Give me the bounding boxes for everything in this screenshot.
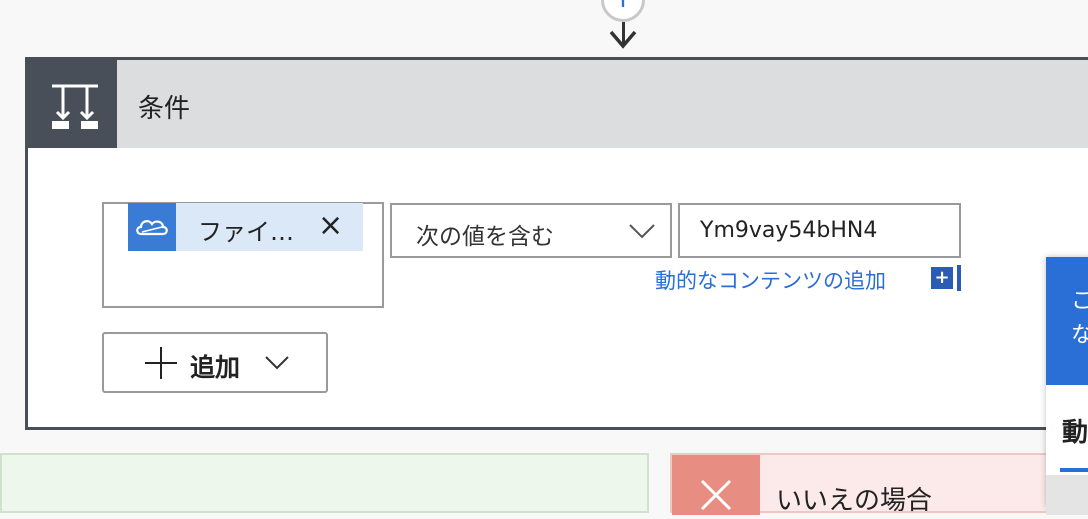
flyout-search-area[interactable]	[1046, 475, 1088, 515]
card-title: 条件	[138, 94, 191, 124]
dynamic-content-token[interactable]: ファイ… ×	[128, 203, 363, 251]
if-yes-branch[interactable]	[0, 453, 649, 513]
flyout-banner-text: こ な	[1071, 289, 1088, 348]
close-icon	[672, 455, 760, 515]
insert-step-button[interactable]: +	[601, 0, 645, 22]
plus-icon	[145, 347, 177, 379]
add-dynamic-content-icon[interactable]: +	[931, 267, 953, 289]
remove-token-icon[interactable]: ×	[318, 209, 343, 243]
onedrive-cloud-icon	[128, 203, 176, 251]
if-no-label: いいえの場合	[776, 486, 933, 516]
chevron-down-icon	[265, 356, 289, 370]
token-label: ファイ…	[198, 218, 294, 246]
operator-selected: 次の値を含む	[416, 224, 554, 250]
condition-card-header[interactable]: 条件	[28, 60, 1088, 148]
right-operand-input[interactable]	[678, 203, 961, 258]
dynamic-content-flyout[interactable]: こ な 動	[1046, 257, 1088, 515]
chevron-down-icon	[629, 224, 655, 239]
flyout-tab-dynamic-content[interactable]: 動	[1062, 412, 1088, 449]
if-no-branch[interactable]: いいえの場合	[670, 453, 1088, 516]
add-dynamic-content-link[interactable]: 動的なコンテンツの追加	[655, 265, 886, 295]
operator-dropdown[interactable]: 次の値を含む	[390, 203, 672, 258]
flyout-banner: こ な	[1046, 257, 1088, 385]
add-row-button[interactable]: 追加	[102, 332, 328, 393]
condition-icon	[28, 60, 117, 148]
flyout-caret	[1022, 269, 1046, 309]
flyout-indicator	[957, 265, 961, 291]
down-arrow-icon	[609, 30, 637, 49]
plus-icon: +	[611, 0, 634, 14]
add-button-label: 追加	[190, 353, 241, 382]
active-tab-underline	[1060, 468, 1088, 472]
condition-card: 条件 ファイ… × 次の値を含む 動的なコンテンツの追加 + 追加	[25, 57, 1088, 430]
